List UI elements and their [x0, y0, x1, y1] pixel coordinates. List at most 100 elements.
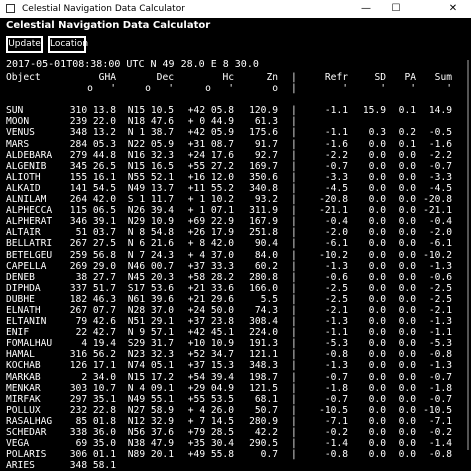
cell: 0.0 [368, 138, 386, 150]
cell: 85 01.8 [75, 415, 116, 427]
cell: | [291, 83, 297, 95]
cell: +42 05.8 [187, 105, 234, 117]
cell: 280.9 [249, 415, 278, 427]
cell: -20.8 [423, 194, 452, 206]
cell: -0.2 [428, 427, 452, 438]
cell: -2.1 [324, 304, 348, 316]
cell: 0.2 [398, 127, 416, 139]
cell: | [291, 382, 297, 394]
cell: -0.8 [428, 349, 452, 361]
window-title: Celestial Navigation Data Calculator [22, 4, 185, 14]
location-button[interactable]: Location [48, 36, 88, 53]
cell: 0.0 [398, 260, 416, 272]
cell: 0.0 [398, 349, 416, 361]
cell: S29 31.7 [127, 338, 174, 350]
cell: ALPHERAT [6, 216, 53, 228]
cell: +21 33.6 [187, 282, 234, 294]
cell: N 4 09.1 [127, 382, 174, 394]
cell: -1.1 [324, 127, 348, 139]
cell: 0.0 [368, 171, 386, 183]
cell: 198.7 [249, 371, 278, 383]
cell: 90.4 [254, 238, 278, 250]
cell: | [291, 227, 297, 239]
cell: 0.0 [398, 304, 416, 316]
cell: -0.6 [428, 271, 452, 283]
cell: ' [342, 83, 348, 95]
cell: -1.3 [324, 260, 348, 272]
cell: N23 32.3 [127, 349, 174, 361]
cell: 350.6 [249, 171, 278, 183]
cell: 0.0 [368, 404, 386, 416]
cell: | [291, 393, 297, 405]
cell: -1.6 [324, 138, 348, 150]
cell: +24 17.6 [187, 149, 234, 161]
cell: +10 10.9 [187, 338, 234, 350]
cell: -4.5 [428, 182, 452, 194]
cell: | [291, 260, 297, 272]
cell: 92.7 [254, 149, 278, 161]
cell: -1.6 [428, 138, 452, 150]
cell: -10.5 [319, 404, 348, 416]
cell: -1.4 [324, 438, 348, 450]
cell: 306 01.1 [69, 449, 116, 461]
cell: 0.0 [398, 182, 416, 194]
cell: 0.0 [368, 415, 386, 427]
cell: N12 32.9 [127, 415, 174, 427]
cell: | [291, 449, 297, 461]
cell: BETELGEU [6, 249, 53, 261]
cell: 182 46.3 [69, 293, 116, 305]
cell: N61 39.6 [127, 293, 174, 305]
cell: -1.1 [324, 105, 348, 117]
update-button[interactable]: Update [6, 36, 43, 53]
cell: FOMALHAU [6, 338, 53, 350]
cell: -2.0 [428, 227, 452, 239]
cell: N46 00.7 [127, 260, 174, 272]
cell: 0.0 [368, 227, 386, 239]
cell: 14.9 [428, 105, 452, 117]
cell: 169.7 [249, 160, 278, 172]
maximize-button[interactable]: ☐ [381, 0, 411, 18]
cell: KOCHAB [6, 360, 41, 372]
cell: 0.0 [398, 415, 416, 427]
app-icon [6, 4, 15, 13]
cell: HAMAL [6, 349, 35, 361]
cell: POLARIS [6, 449, 47, 461]
cell: 0.0 [398, 427, 416, 438]
cell: VENUS [6, 127, 35, 139]
cell: 68.1 [254, 393, 278, 405]
cell: -0.7 [428, 160, 452, 172]
cell: 42.2 [254, 427, 278, 438]
cell: -2.5 [324, 282, 348, 294]
cell: +37 23.8 [187, 316, 234, 328]
cell: +37 33.3 [187, 260, 234, 272]
cell: -4.5 [324, 182, 348, 194]
close-button[interactable]: ✕ [438, 0, 468, 18]
cell: DIPHDA [6, 282, 41, 294]
cell: 0.0 [368, 393, 386, 405]
cell: 259 56.8 [69, 249, 116, 261]
cell: +21 29.6 [187, 293, 234, 305]
cell: -1.1 [428, 327, 452, 339]
cell: | [291, 415, 297, 427]
cell: -0.8 [428, 449, 452, 461]
cell: 0.0 [398, 249, 416, 261]
cell: o [272, 83, 278, 95]
cell: -1.3 [324, 360, 348, 372]
minimize-button[interactable]: — [351, 0, 381, 18]
cell: 316 56.2 [69, 349, 116, 361]
cell: 284 05.3 [69, 138, 116, 150]
cell: | [291, 127, 297, 139]
cell: VEGA [6, 438, 30, 450]
cell: +35 30.4 [187, 438, 234, 450]
cell: -0.4 [324, 216, 348, 228]
cell: +55 53.5 [187, 393, 234, 405]
cell: 74.3 [254, 304, 278, 316]
cell: 0.0 [368, 338, 386, 350]
cell: ALNILAM [6, 194, 47, 206]
cell: 0.0 [398, 438, 416, 450]
cell: DENEB [6, 271, 35, 283]
scrollbar[interactable] [467, 60, 469, 450]
cell: -1.3 [428, 316, 452, 328]
cell: SCHEDAR [6, 427, 47, 438]
cell: | [291, 438, 297, 450]
